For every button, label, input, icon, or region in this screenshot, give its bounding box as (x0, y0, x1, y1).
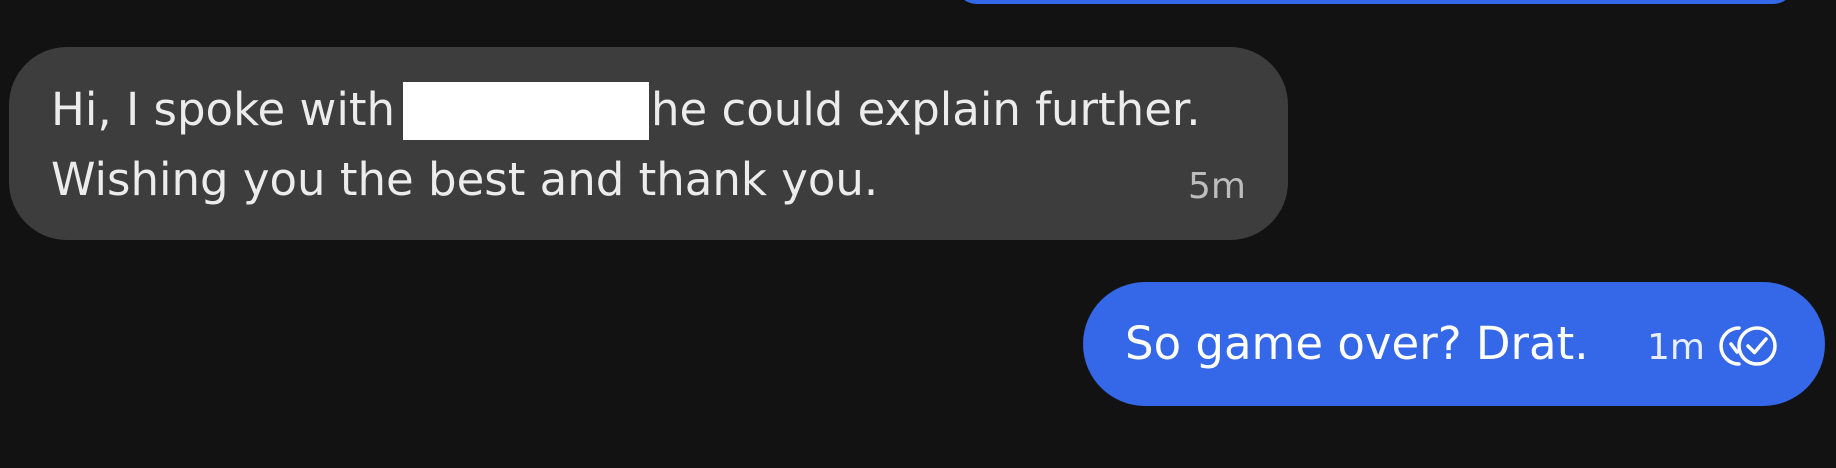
received-message-text-line2: Wishing you the best and thank you. (51, 153, 879, 206)
chat-thread: Hi, I spoke with he could explain furthe… (0, 0, 1836, 468)
received-message-timestamp: 5m (1188, 166, 1246, 207)
double-check-read-icon (1719, 322, 1781, 370)
received-message-text-line1-start: Hi, I spoke with (51, 83, 395, 136)
received-message-text-line1-end: he could explain further. (651, 83, 1201, 136)
sent-message-timestamp: 1m (1647, 327, 1705, 368)
sent-message-text: So game over? Drat. (1125, 317, 1589, 370)
received-message-bubble[interactable]: Hi, I spoke with he could explain furthe… (9, 47, 1288, 240)
previous-sent-message-bubble[interactable] (955, 0, 1795, 4)
sent-message-bubble[interactable]: So game over? Drat. 1m (1083, 282, 1825, 406)
redaction-box (403, 82, 649, 140)
